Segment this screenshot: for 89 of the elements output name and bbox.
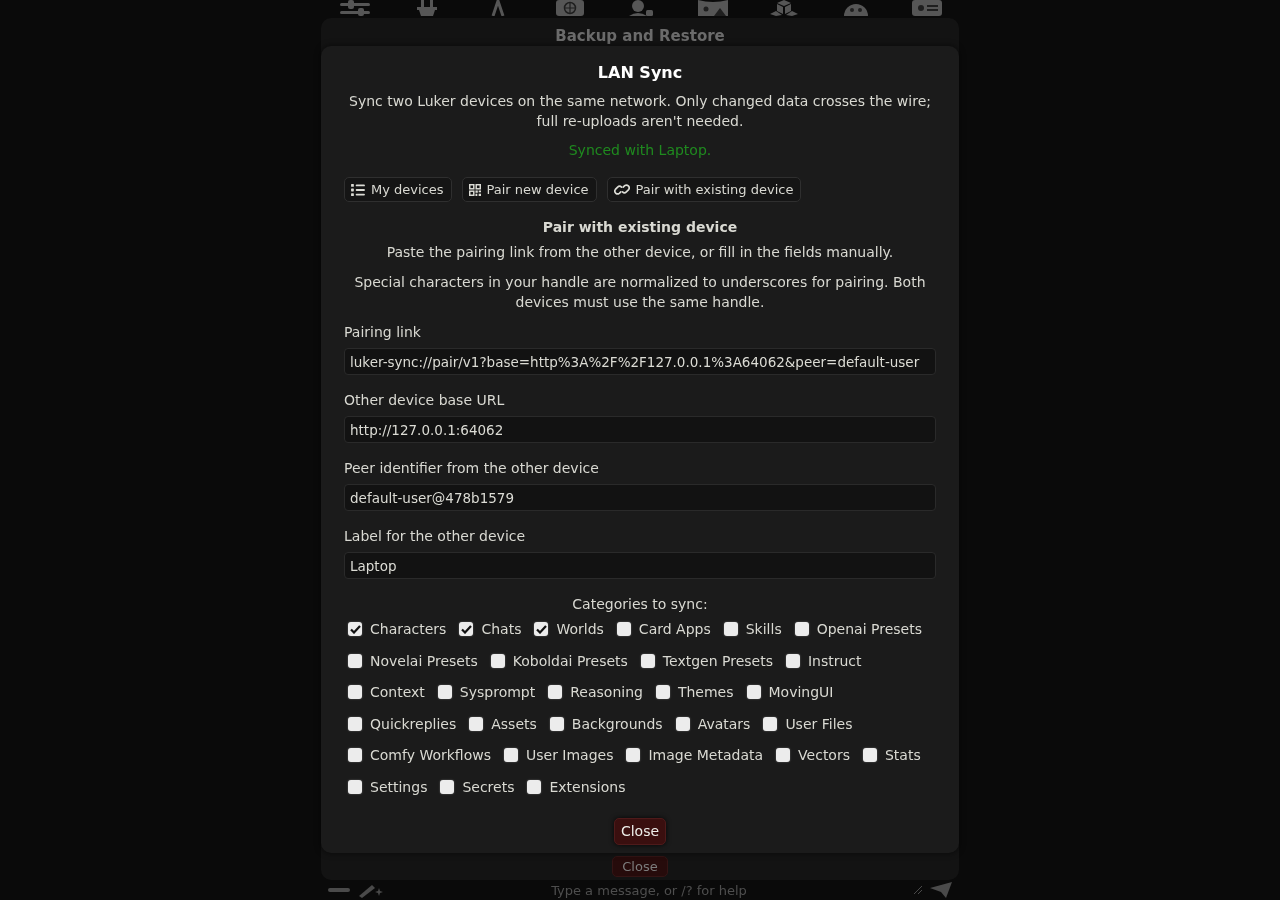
checkbox[interactable] [549, 716, 564, 731]
field-label: Peer identifier from the other device [344, 459, 600, 478]
checkbox[interactable] [675, 716, 690, 731]
check-icon [460, 624, 472, 634]
close-button[interactable]: Close [612, 856, 668, 877]
cubes-icon[interactable] [769, 0, 799, 16]
link-icon [613, 183, 630, 196]
globe-icon[interactable] [554, 0, 585, 16]
instructions-text: Paste the pairing link from the other device, or fill in the fields manually. [385, 243, 895, 262]
check-icon [535, 624, 547, 634]
checkbox-label[interactable]: Themes [677, 682, 734, 703]
checkbox[interactable] [763, 716, 778, 731]
checkbox-label[interactable]: Reasoning [570, 682, 643, 703]
checkbox[interactable] [348, 779, 362, 794]
checkbox[interactable] [640, 653, 655, 668]
checkbox[interactable] [348, 653, 362, 668]
dialog-title: Backup and Restore [555, 27, 725, 45]
checkbox-label[interactable]: Quickreplies [370, 713, 457, 734]
checkbox[interactable] [469, 716, 484, 731]
field-label: Pairing link [344, 323, 422, 342]
checkbox-label[interactable]: Instruct [807, 650, 862, 671]
checkbox-label[interactable]: User Images [526, 745, 614, 766]
section-title: Pair with existing device [541, 218, 739, 237]
checkbox[interactable] [626, 748, 641, 763]
check-icon [349, 624, 361, 634]
checkbox-label[interactable]: Stats [885, 745, 921, 766]
checkbox[interactable] [348, 622, 362, 636]
checkbox-label[interactable]: MovingUI [768, 682, 834, 703]
message-input[interactable]: Type a message, or /? for help [392, 881, 906, 899]
checkbox[interactable] [504, 748, 518, 763]
checkbox[interactable] [776, 748, 791, 763]
note-text: Special characters in your handle are normalized to underscores for pairing. Both devices must use the same handle. [353, 273, 927, 312]
checkbox[interactable] [723, 622, 738, 636]
checkbox-label[interactable]: Context [370, 682, 425, 703]
checkbox[interactable] [746, 685, 761, 700]
checkbox[interactable] [655, 685, 670, 700]
image-icon[interactable] [697, 0, 728, 16]
checkbox[interactable] [863, 748, 877, 763]
checkbox-label[interactable]: Card Apps [638, 619, 711, 639]
checkbox[interactable] [785, 653, 800, 668]
checkbox-label[interactable]: Worlds [556, 619, 604, 639]
checkbox-label[interactable]: Skills [745, 619, 782, 639]
checkbox-label[interactable]: Image Metadata [648, 745, 764, 766]
checkbox[interactable] [794, 622, 809, 636]
checkbox-label[interactable]: Vectors [798, 745, 850, 766]
checkbox[interactable] [348, 716, 362, 731]
text-field[interactable]: default-user@478b1579 [344, 484, 936, 511]
checkbox[interactable] [459, 622, 474, 636]
checkbox-label[interactable]: Sysprompt [459, 682, 536, 703]
checkbox[interactable] [490, 653, 505, 668]
field-label: Label for the other device [344, 527, 527, 546]
checkbox-label[interactable]: Chats [481, 619, 522, 639]
section-label: Categories to sync: [571, 595, 709, 614]
tab-button[interactable]: Pair with existing device [606, 177, 802, 202]
checkbox[interactable] [440, 779, 455, 794]
checkbox-label[interactable]: Avatars [697, 713, 751, 734]
sliders-icon[interactable] [340, 0, 370, 16]
checkbox-label[interactable]: Characters [370, 619, 447, 639]
checkbox-label[interactable]: Comfy Workflows [370, 745, 491, 766]
checkbox-label[interactable]: Assets [491, 713, 537, 734]
text-field[interactable]: luker-sync://pair/v1?base=http%3A%2F%2F127.0.0.1%3A64062&peer=default-user [344, 348, 936, 375]
field-label: Other device base URL [344, 391, 506, 410]
checkbox-label[interactable]: Openai Presets [816, 619, 922, 639]
checkbox[interactable] [616, 622, 631, 636]
checkbox[interactable] [534, 622, 549, 636]
description-text: Sync two Luker devices on the same network. Only changed data crosses the wire; full re-uploads aren't needed. [348, 92, 932, 131]
resize-handle-icon[interactable] [914, 886, 922, 894]
text-field[interactable]: http://127.0.0.1:64062 [344, 416, 936, 443]
checkbox-label[interactable]: Textgen Presets [662, 650, 773, 671]
checkbox[interactable] [348, 685, 362, 700]
tab-button[interactable]: My devices [344, 177, 452, 202]
text-field[interactable]: Laptop [344, 552, 936, 579]
checkbox[interactable] [548, 685, 563, 700]
checkbox-label[interactable]: Backgrounds [571, 713, 663, 734]
status-text: Synced with Laptop. [568, 141, 712, 160]
checkbox-label[interactable]: Extensions [549, 776, 626, 797]
checkbox[interactable] [527, 779, 542, 794]
list-icon [351, 183, 365, 196]
tab-button[interactable]: Pair new device [461, 177, 597, 202]
close-button[interactable]: Close [613, 817, 667, 845]
checkbox-label[interactable]: User Files [785, 713, 853, 734]
checkbox[interactable] [437, 685, 452, 700]
checkbox-label[interactable]: Settings [370, 776, 428, 797]
qr-code-icon [468, 183, 481, 196]
checkbox[interactable] [348, 748, 362, 763]
dialog-title: LAN Sync [596, 62, 684, 84]
checkbox-label[interactable]: Secrets [462, 776, 515, 797]
checkbox-label[interactable]: Koboldai Presets [512, 650, 628, 671]
checkbox-label[interactable]: Novelai Presets [370, 650, 478, 671]
